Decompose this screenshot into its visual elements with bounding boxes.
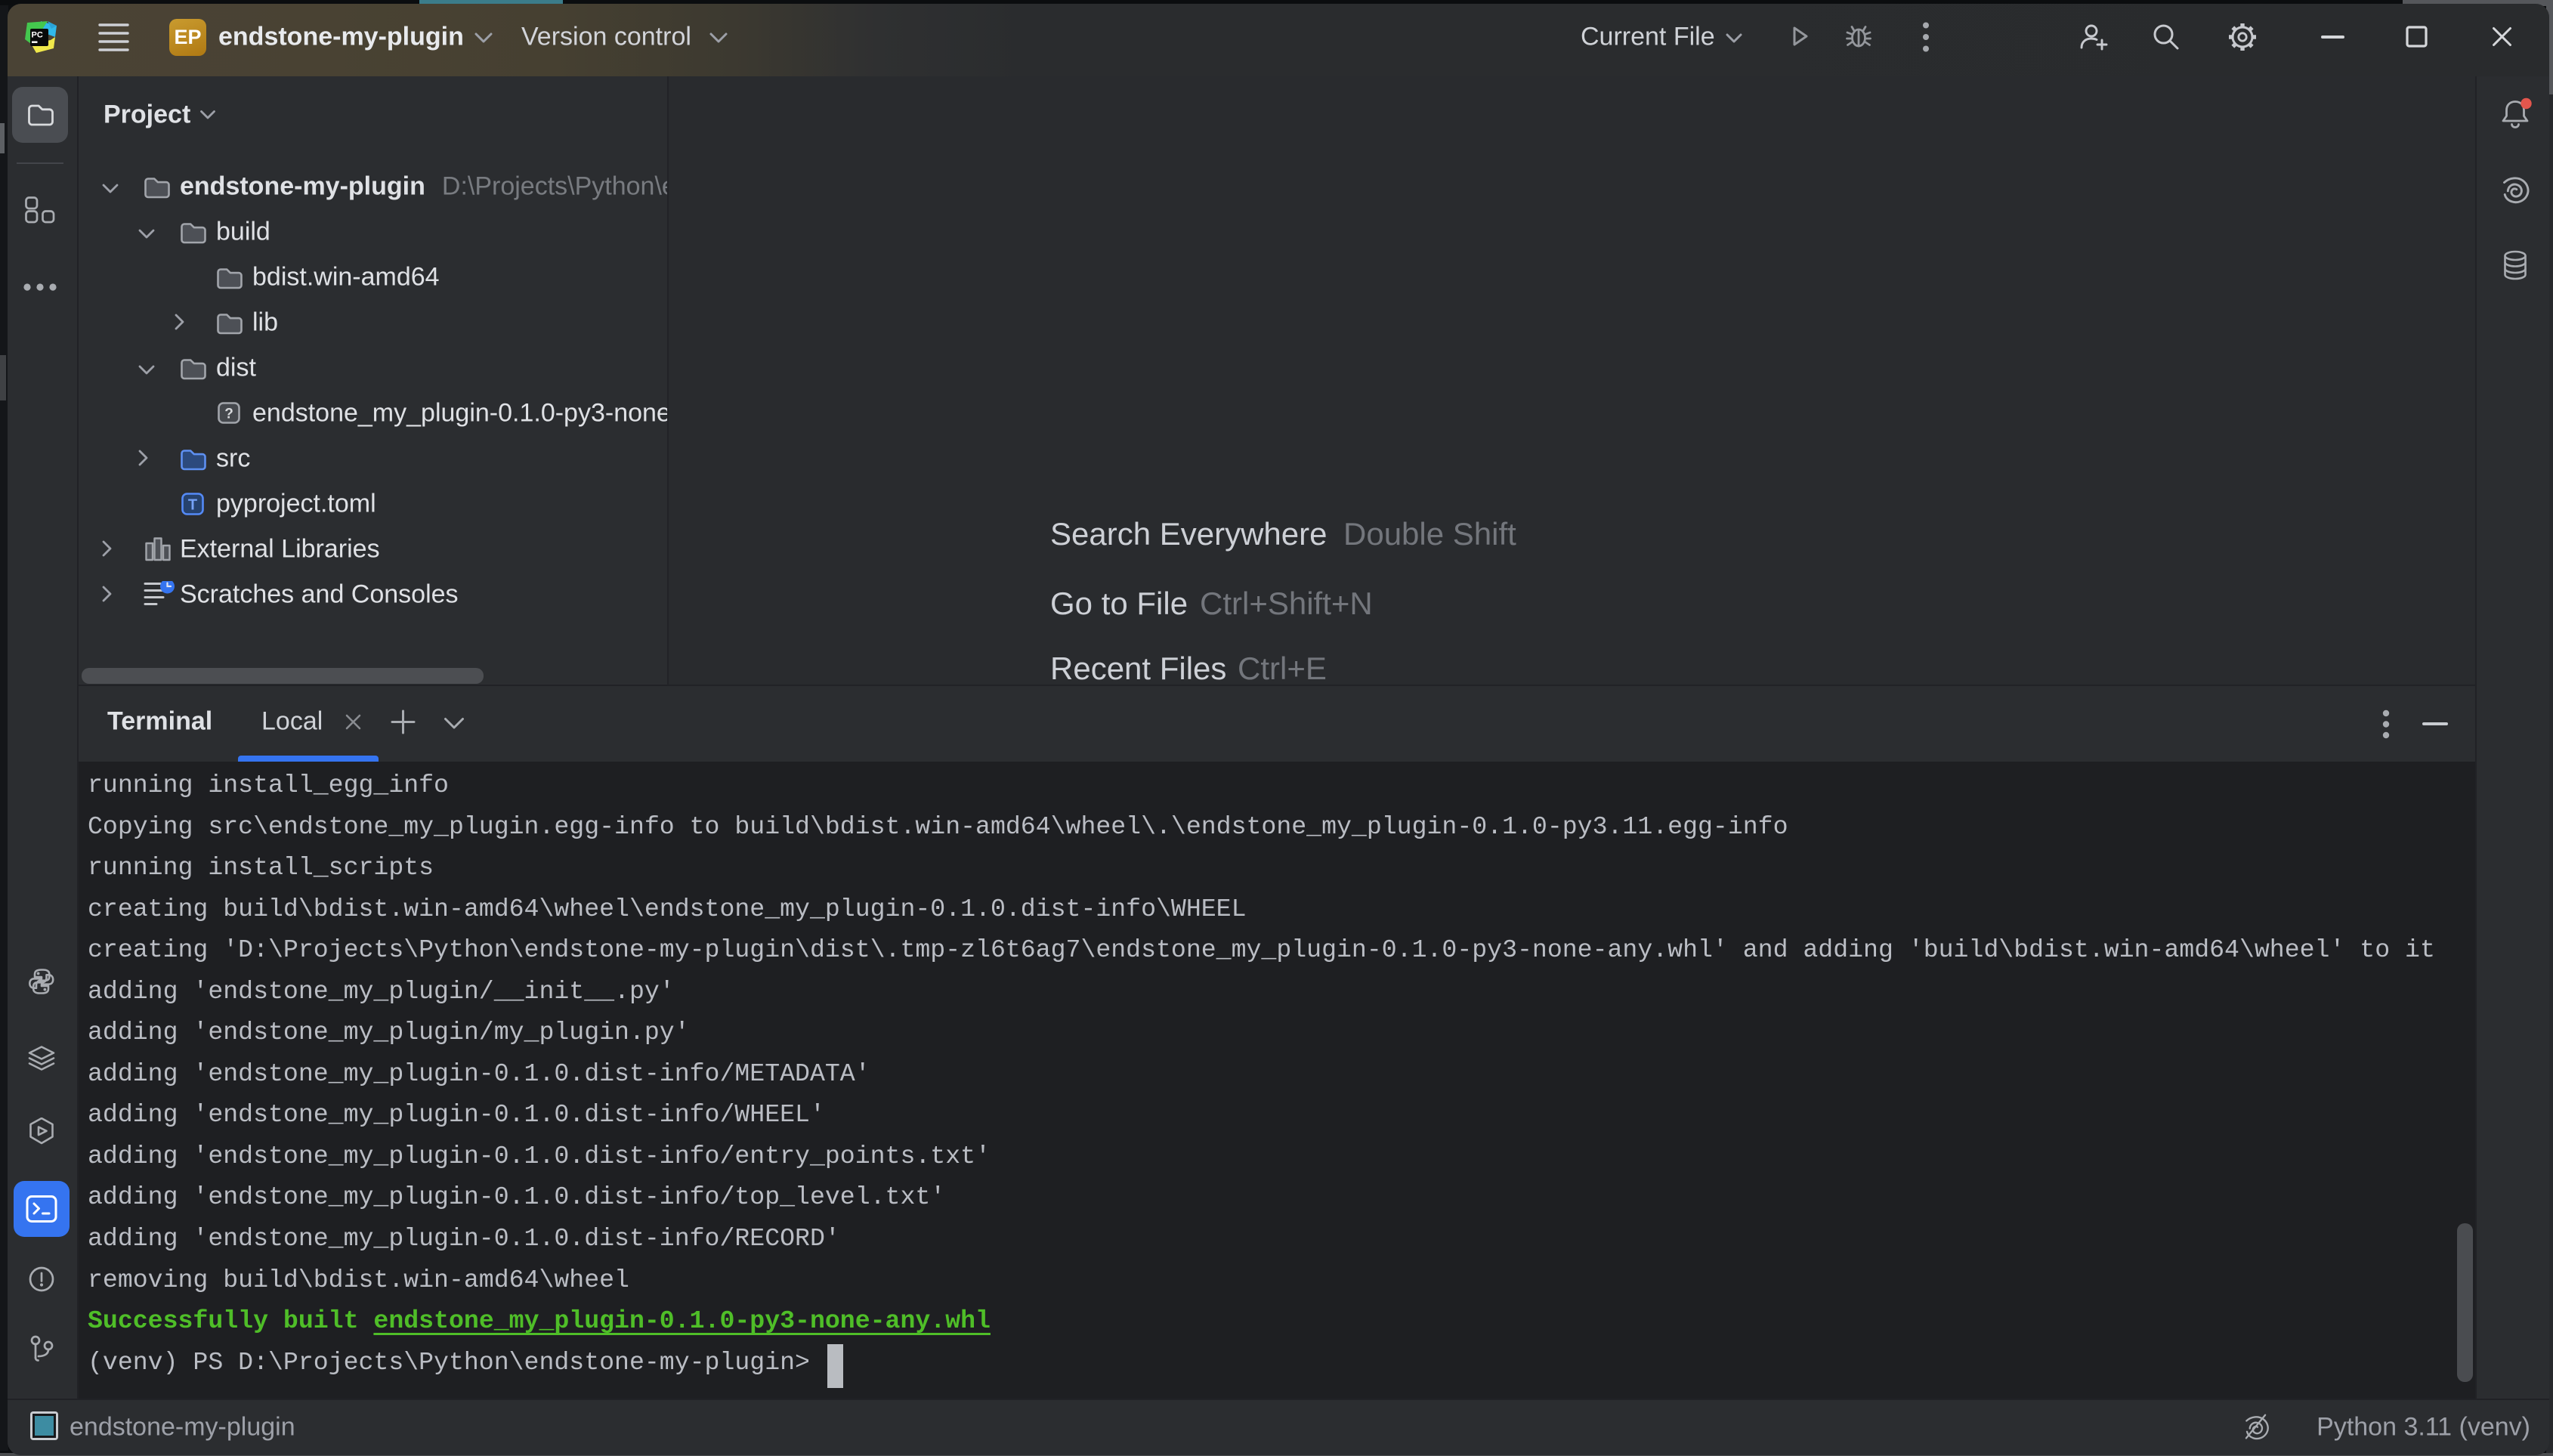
svg-text:PC: PC: [32, 31, 43, 40]
